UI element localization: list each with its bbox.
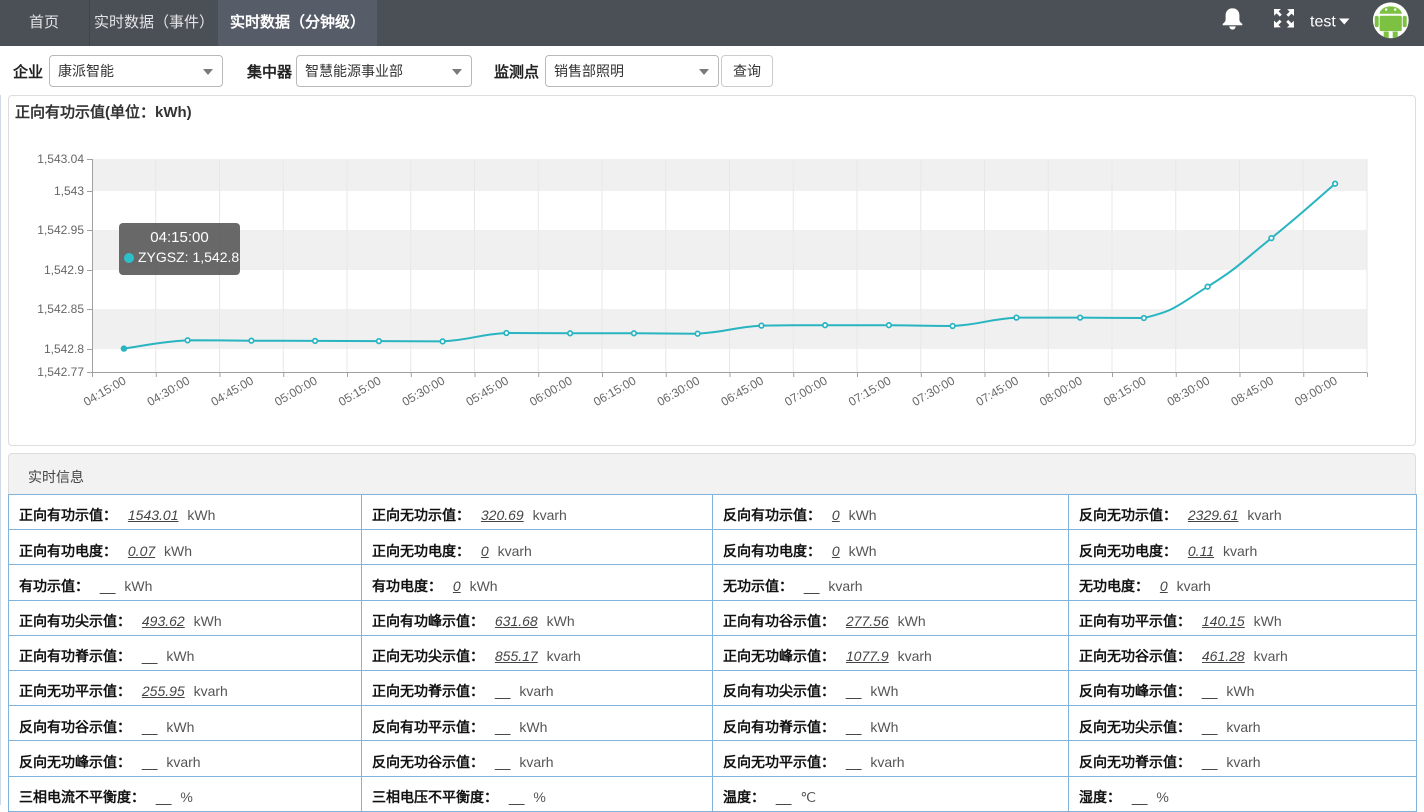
svg-text:1,543.04: 1,543.04	[37, 152, 84, 166]
svg-text:05:15:00: 05:15:00	[336, 373, 384, 409]
svg-text:05:45:00: 05:45:00	[463, 373, 511, 409]
svg-text:08:00:00: 08:00:00	[1037, 373, 1085, 409]
svg-text:07:15:00: 07:15:00	[846, 373, 894, 409]
svg-text:1,543: 1,543	[54, 184, 84, 198]
svg-text:1,542.77: 1,542.77	[37, 365, 84, 379]
svg-text:06:30:00: 06:30:00	[655, 373, 703, 409]
svg-text:06:00:00: 06:00:00	[527, 373, 575, 409]
svg-text:1,542.95: 1,542.95	[37, 223, 84, 237]
svg-text:04:15:00: 04:15:00	[81, 373, 129, 409]
svg-text:08:45:00: 08:45:00	[1228, 373, 1276, 409]
svg-text:test: test	[1310, 14, 1336, 31]
svg-text:06:15:00: 06:15:00	[591, 373, 639, 409]
svg-text:05:30:00: 05:30:00	[400, 373, 448, 409]
svg-text:06:45:00: 06:45:00	[718, 373, 766, 409]
svg-text:09:00:00: 09:00:00	[1292, 373, 1340, 409]
svg-text:08:30:00: 08:30:00	[1165, 373, 1213, 409]
svg-text:07:00:00: 07:00:00	[782, 373, 830, 409]
svg-text:04:45:00: 04:45:00	[208, 373, 256, 409]
svg-text:1,542.8: 1,542.8	[44, 342, 84, 356]
svg-text:08:15:00: 08:15:00	[1101, 373, 1149, 409]
svg-text:07:30:00: 07:30:00	[910, 373, 958, 409]
svg-text:1,542.9: 1,542.9	[44, 263, 84, 277]
svg-text:1,542.85: 1,542.85	[37, 302, 84, 316]
svg-text:07:45:00: 07:45:00	[973, 373, 1021, 409]
svg-text:04:30:00: 04:30:00	[145, 373, 193, 409]
svg-text:05:00:00: 05:00:00	[272, 373, 320, 409]
